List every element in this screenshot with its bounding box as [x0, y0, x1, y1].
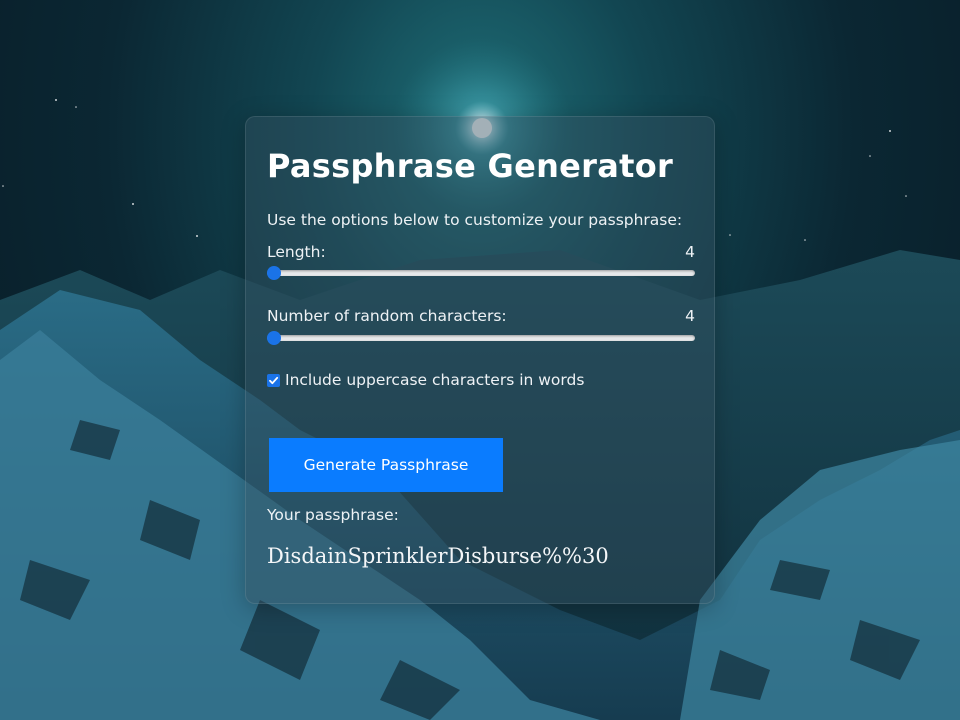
- length-slider-track[interactable]: [267, 270, 695, 276]
- random-chars-value: 4: [685, 307, 695, 325]
- length-label: Length:: [267, 243, 326, 261]
- result-label: Your passphrase:: [267, 506, 399, 524]
- random-chars-row: Number of random characters: 4: [267, 307, 695, 325]
- length-value: 4: [685, 243, 695, 261]
- passphrase-output: DisdainSprinklerDisburse%%30: [267, 544, 609, 568]
- length-slider[interactable]: [267, 266, 695, 280]
- random-chars-slider-track[interactable]: [267, 335, 695, 341]
- random-chars-label: Number of random characters:: [267, 307, 507, 325]
- passphrase-generator-panel: Passphrase Generator Use the options bel…: [245, 116, 715, 604]
- uppercase-checkbox[interactable]: [267, 373, 280, 387]
- instructions-text: Use the options below to customize your …: [267, 211, 683, 229]
- generate-passphrase-button[interactable]: Generate Passphrase: [269, 438, 503, 492]
- checkmark-icon: [269, 376, 279, 384]
- page-title: Passphrase Generator: [267, 147, 674, 185]
- length-slider-thumb[interactable]: [267, 266, 281, 280]
- uppercase-label[interactable]: Include uppercase characters in words: [285, 371, 584, 389]
- random-chars-slider[interactable]: [267, 331, 695, 345]
- random-chars-slider-thumb[interactable]: [267, 331, 281, 345]
- length-row: Length: 4: [267, 243, 695, 261]
- uppercase-option[interactable]: Include uppercase characters in words: [267, 371, 584, 389]
